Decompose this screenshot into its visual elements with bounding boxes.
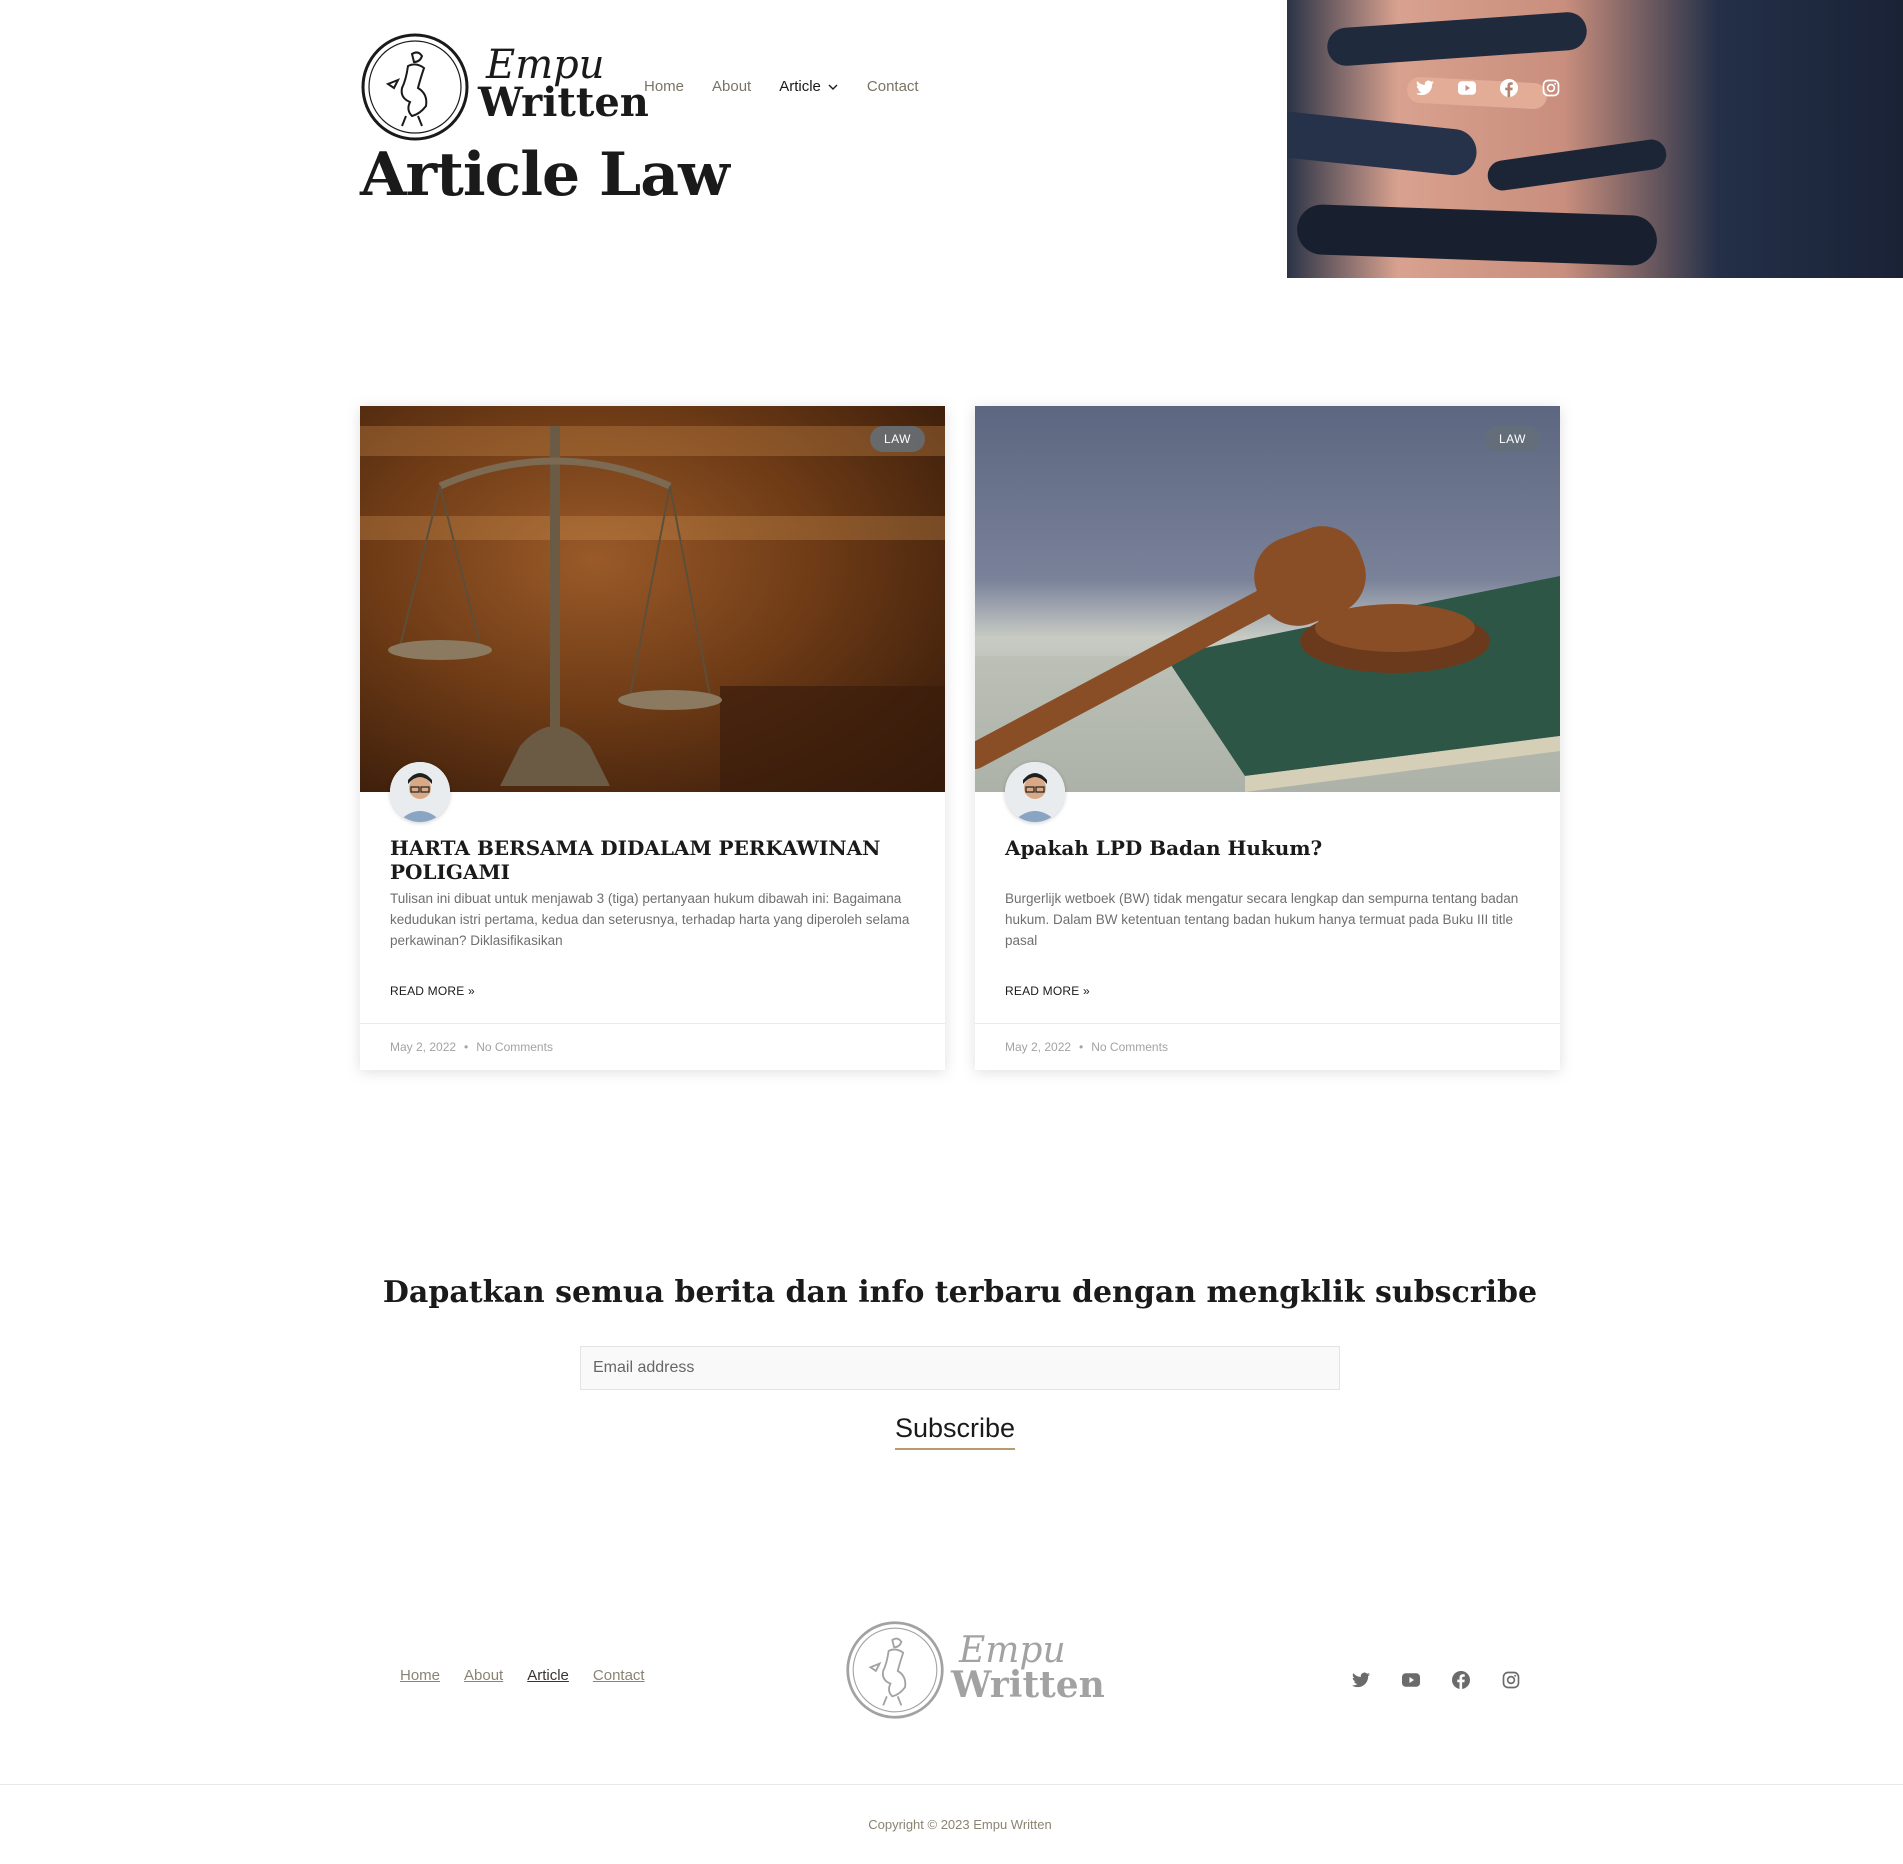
article-thumbnail-scales-of-justice[interactable]: LAW <box>360 406 945 792</box>
author-avatar-image <box>1005 762 1065 822</box>
read-more-link[interactable]: READ MORE » <box>1005 984 1090 998</box>
article-date: May 2, 2022 <box>1005 1040 1072 1054</box>
author-avatar[interactable] <box>390 762 450 822</box>
logo-text-line2: Written <box>478 79 649 126</box>
facebook-icon[interactable] <box>1499 78 1519 98</box>
footer-nav-about[interactable]: About <box>464 1667 503 1684</box>
facebook-icon[interactable] <box>1451 1670 1471 1690</box>
article-thumbnail-gavel[interactable]: LAW <box>975 406 1560 792</box>
article-comments-count: No Comments <box>476 1040 553 1054</box>
footer-nav-home[interactable]: Home <box>400 1667 440 1684</box>
meta-separator: • <box>1079 1040 1084 1054</box>
main-navigation: Home About Article Contact <box>644 78 919 95</box>
nav-item-article-label: Article <box>779 78 821 95</box>
nav-item-about[interactable]: About <box>712 78 751 95</box>
chevron-down-icon <box>828 84 838 90</box>
article-date: May 2, 2022 <box>390 1040 457 1054</box>
article-excerpt: Burgerlijk wetboek (BW) tidak mengatur s… <box>1005 891 1519 948</box>
article-card[interactable]: LAW Apakah LPD Badan Hukum? Burgerlijk w… <box>975 406 1560 1070</box>
instagram-icon[interactable] <box>1541 78 1561 98</box>
subscribe-heading: Dapatkan semua berita dan info terbaru d… <box>382 1275 1538 1310</box>
logo-emblem-icon <box>361 33 469 141</box>
footer-logo-text-line1: Empu <box>959 1630 1066 1671</box>
article-card[interactable]: LAW HARTA BERSAMA DIDALAM PERKAWINAN POL… <box>360 406 945 1070</box>
nav-item-home[interactable]: Home <box>644 78 684 95</box>
nav-item-article[interactable]: Article <box>779 78 839 95</box>
footer-nav-contact[interactable]: Contact <box>593 1667 645 1684</box>
author-avatar[interactable] <box>1005 762 1065 822</box>
article-title[interactable]: Apakah LPD Badan Hukum? <box>1005 836 1525 860</box>
youtube-icon[interactable] <box>1401 1670 1421 1690</box>
article-excerpt: Tulisan ini dibuat untuk menjawab 3 (tig… <box>390 891 910 948</box>
article-title[interactable]: HARTA BERSAMA DIDALAM PERKAWINAN POLIGAM… <box>390 836 910 884</box>
logo-emblem-icon <box>846 1621 944 1719</box>
footer-logo[interactable]: Empu Written <box>845 1620 1105 1722</box>
scales-of-justice-image <box>360 426 945 792</box>
footer-divider <box>0 1784 1903 1785</box>
email-field[interactable] <box>580 1346 1340 1390</box>
nav-item-contact[interactable]: Contact <box>867 78 919 95</box>
author-avatar-image <box>390 762 450 822</box>
subscribe-button[interactable]: Subscribe <box>895 1413 1016 1450</box>
site-logo[interactable]: Empu Written <box>360 32 649 142</box>
footer-navigation: Home About Article Contact <box>400 1667 645 1684</box>
footer-social-links <box>1351 1670 1521 1690</box>
twitter-icon[interactable] <box>1351 1670 1371 1690</box>
meta-separator: • <box>464 1040 469 1054</box>
article-meta: May 2, 2022 • No Comments <box>360 1023 945 1070</box>
header-social-links <box>1415 78 1561 98</box>
category-badge[interactable]: LAW <box>1484 426 1540 452</box>
read-more-link[interactable]: READ MORE » <box>390 984 475 998</box>
youtube-icon[interactable] <box>1457 78 1477 98</box>
header-decorative-artwork <box>1287 0 1903 278</box>
footer-logo-text-line2: Written <box>951 1664 1105 1706</box>
article-comments-count: No Comments <box>1091 1040 1168 1054</box>
gavel-and-book-image <box>975 526 1560 792</box>
footer-nav-article[interactable]: Article <box>527 1667 569 1684</box>
page-title: Article Law <box>360 140 730 210</box>
article-meta: May 2, 2022 • No Comments <box>975 1023 1560 1070</box>
instagram-icon[interactable] <box>1501 1670 1521 1690</box>
article-grid: LAW HARTA BERSAMA DIDALAM PERKAWINAN POL… <box>360 406 1560 1070</box>
twitter-icon[interactable] <box>1415 78 1435 98</box>
category-badge[interactable]: LAW <box>869 426 925 452</box>
copyright-text: Copyright © 2023 Empu Written <box>868 1817 1052 1832</box>
